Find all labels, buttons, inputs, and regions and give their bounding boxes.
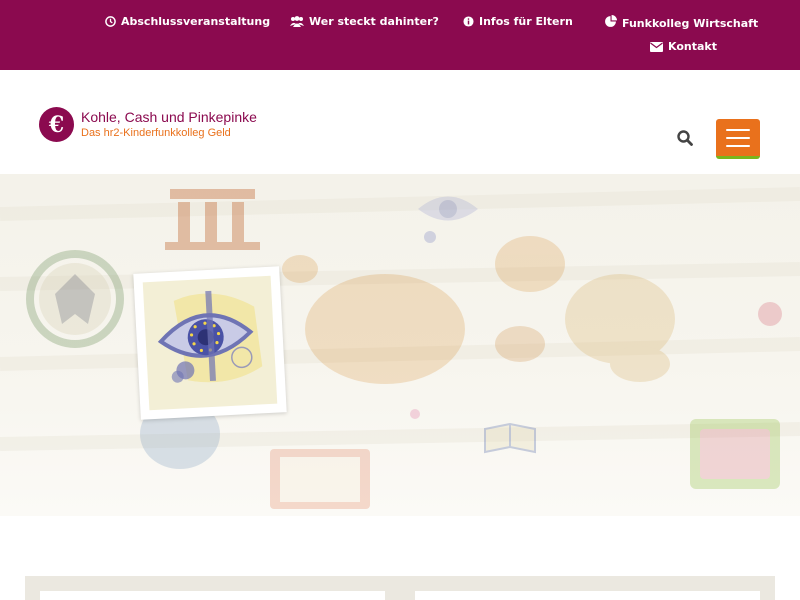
polaroid-photo [133, 266, 287, 420]
topnav-label: Funkkolleg Wirtschaft [622, 17, 759, 30]
logo-text: Kohle, Cash und Pinkepinke Das hr2-Kinde… [81, 109, 257, 140]
topnav-item-infos-fuer-eltern[interactable]: Infos für Eltern [463, 15, 573, 28]
hamburger-menu-button[interactable] [716, 119, 760, 159]
search-icon [677, 130, 693, 146]
hamburger-menu-icon [726, 128, 750, 131]
content-card[interactable] [40, 591, 385, 600]
logo-title: Kohle, Cash und Pinkepinke [81, 109, 257, 125]
topnav-label: Wer steckt dahinter? [309, 15, 439, 28]
site-logo[interactable]: € Kohle, Cash und Pinkepinke Das hr2-Kin… [39, 107, 257, 142]
topnav-item-wer-steckt-dahinter[interactable]: Wer steckt dahinter? [290, 15, 439, 28]
topnav-label: Abschlussveranstaltung [121, 15, 271, 28]
clock-icon [105, 16, 116, 27]
euro-logo-icon: € [39, 107, 74, 142]
content-card[interactable] [415, 591, 760, 600]
hero-banner [0, 174, 800, 516]
pie-chart-icon [605, 15, 617, 27]
book-icon [484, 422, 536, 454]
envelope-icon [650, 41, 663, 52]
topnav-item-kontakt[interactable]: Kontakt [650, 40, 717, 53]
logo-symbol: € [48, 111, 65, 138]
wallet-icon [690, 419, 780, 489]
logo-subtitle: Das hr2-Kinderfunkkolleg Geld [81, 127, 231, 139]
eagle-emblem-icon [26, 250, 124, 348]
top-navigation-bar: Abschlussveranstaltung Wer steckt dahint… [0, 0, 800, 70]
topnav-label: Infos für Eltern [479, 15, 573, 28]
topnav-item-funkkolleg-wirtschaft[interactable]: Funkkolleg Wirtschaft [604, 13, 758, 30]
bank-building-icon [165, 189, 260, 250]
eye-europe-image [157, 290, 263, 383]
topnav-label: Kontakt [668, 40, 717, 53]
hero-illustration [0, 187, 800, 509]
topnav-item-abschlussveranstaltung[interactable]: Abschlussveranstaltung [105, 15, 270, 28]
search-button[interactable] [675, 128, 695, 148]
users-icon [290, 16, 304, 27]
laptop-icon [270, 449, 370, 509]
info-circle-icon [463, 16, 474, 27]
